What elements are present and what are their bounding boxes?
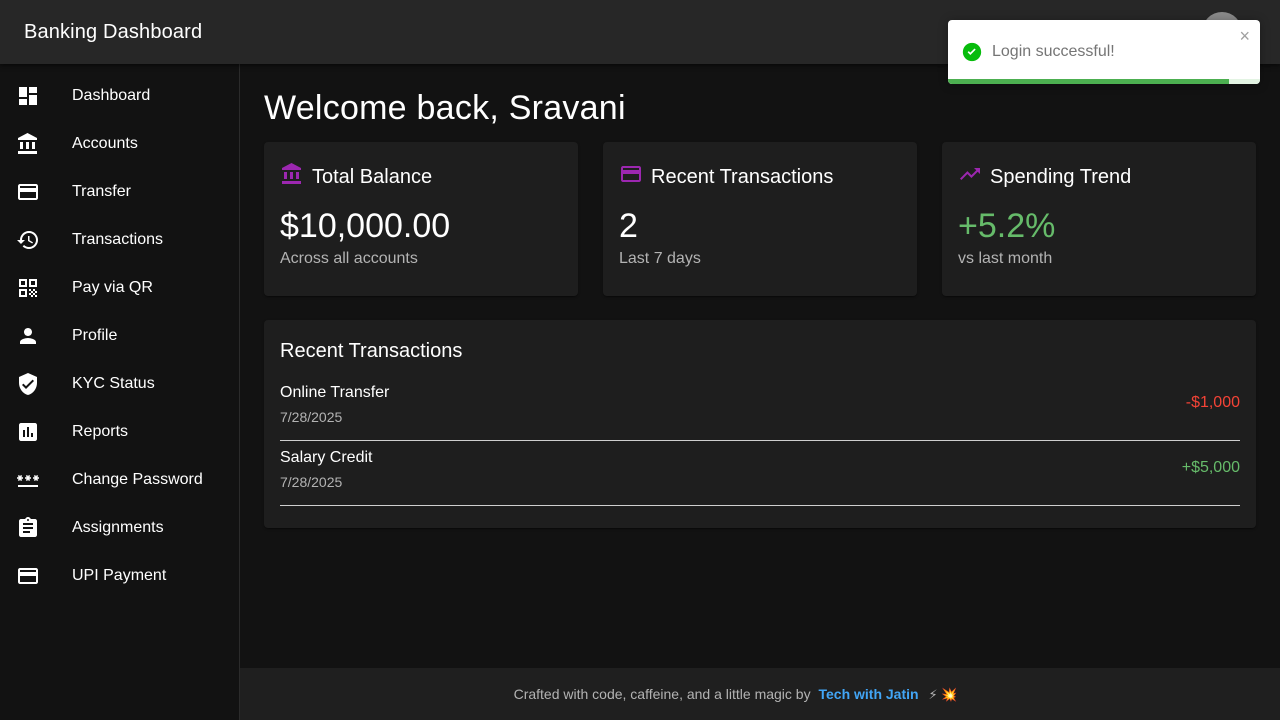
sidebar-item-pay-via-qr[interactable]: Pay via QR [0,264,239,312]
bank-icon [280,162,312,192]
spending-trend-value: +5.2% [958,207,1056,245]
toast-message: Login successful! [992,43,1115,60]
sidebar-item-accounts[interactable]: Accounts [0,120,239,168]
footer: Crafted with code, caffeine, and a littl… [240,668,1280,720]
transaction-date: 7/28/2025 [280,474,343,490]
sidebar-item-upi-payment[interactable]: UPI Payment [0,552,239,600]
qr-code-icon [16,276,40,300]
spending-trend-card: Spending Trend +5.2% vs last month [942,142,1256,296]
toast-progress-bar [948,79,1229,84]
card-subtitle: Last 7 days [619,250,701,267]
app-title: Banking Dashboard [24,20,203,43]
sidebar-item-dashboard[interactable]: Dashboard [0,72,239,120]
sidebar-item-label: UPI Payment [72,567,167,584]
sidebar-item-reports[interactable]: Reports [0,408,239,456]
person-icon [16,324,40,348]
total-balance-value: $10,000.00 [280,207,451,245]
sidebar-item-change-password[interactable]: Change Password [0,456,239,504]
trending-up-icon [958,162,990,192]
recent-transactions-list: Recent Transactions Online Transfer 7/28… [264,320,1256,528]
password-icon [16,468,40,492]
transaction-count-value: 2 [619,207,638,245]
transaction-date: 7/28/2025 [280,409,343,425]
transaction-name: Online Transfer [280,384,390,401]
card-header: Recent Transactions [619,162,833,192]
close-icon[interactable]: × [1239,26,1250,47]
sidebar-item-transfer[interactable]: Transfer [0,168,239,216]
sidebar-item-transactions[interactable]: Transactions [0,216,239,264]
credit-card-icon [16,180,40,204]
card-subtitle: Across all accounts [280,250,418,267]
clipboard-icon [16,516,40,540]
sidebar-item-label: Transactions [72,231,163,248]
sidebar: Dashboard Accounts Transfer Transactions… [0,64,240,720]
sidebar-item-label: Assignments [72,519,164,536]
card-subtitle: vs last month [958,250,1053,267]
verified-shield-icon [16,372,40,396]
footer-content: Crafted with code, caffeine, and a littl… [514,686,958,703]
transaction-name: Salary Credit [280,449,373,466]
toast-progress-track [948,79,1260,84]
sidebar-item-label: Profile [72,327,118,344]
card-title: Recent Transactions [651,165,834,188]
card-title: Total Balance [312,165,433,188]
total-balance-card: Total Balance $10,000.00 Across all acco… [264,142,578,296]
recent-transactions-card: Recent Transactions 2 Last 7 days [603,142,917,296]
page-title: Welcome back, Sravani [264,89,626,127]
section-title: Recent Transactions [280,340,463,362]
card-title: Spending Trend [990,165,1132,188]
toast-notification[interactable]: Login successful! × [948,20,1260,84]
sidebar-item-profile[interactable]: Profile [0,312,239,360]
dashboard-icon [16,84,40,108]
transaction-row[interactable]: Online Transfer 7/28/2025 -$1,000 [280,376,1240,441]
check-circle-icon [962,42,982,62]
transaction-amount: -$1,000 [1185,394,1240,411]
footer-link[interactable]: Tech with Jatin [818,686,918,702]
sidebar-item-label: Transfer [72,183,131,200]
sidebar-item-label: Dashboard [72,87,151,104]
card-header: Total Balance [280,162,432,192]
footer-emoji: ⚡ 💥 [928,686,958,702]
transaction-amount: +$5,000 [1181,459,1240,476]
sidebar-item-kyc-status[interactable]: KYC Status [0,360,239,408]
credit-card-icon [16,564,40,588]
sidebar-item-label: Reports [72,423,129,440]
sidebar-item-label: Change Password [72,471,203,488]
sidebar-item-label: Pay via QR [72,279,153,296]
credit-card-icon [619,162,651,192]
footer-text: Crafted with code, caffeine, and a littl… [513,685,811,702]
bar-chart-icon [16,420,40,444]
sidebar-item-label: KYC Status [72,375,155,392]
sidebar-item-label: Accounts [72,135,138,152]
card-header: Spending Trend [958,162,1131,192]
transaction-row[interactable]: Salary Credit 7/28/2025 +$5,000 [280,441,1240,506]
bank-icon [16,132,40,156]
history-icon [16,228,40,252]
sidebar-item-assignments[interactable]: Assignments [0,504,239,552]
